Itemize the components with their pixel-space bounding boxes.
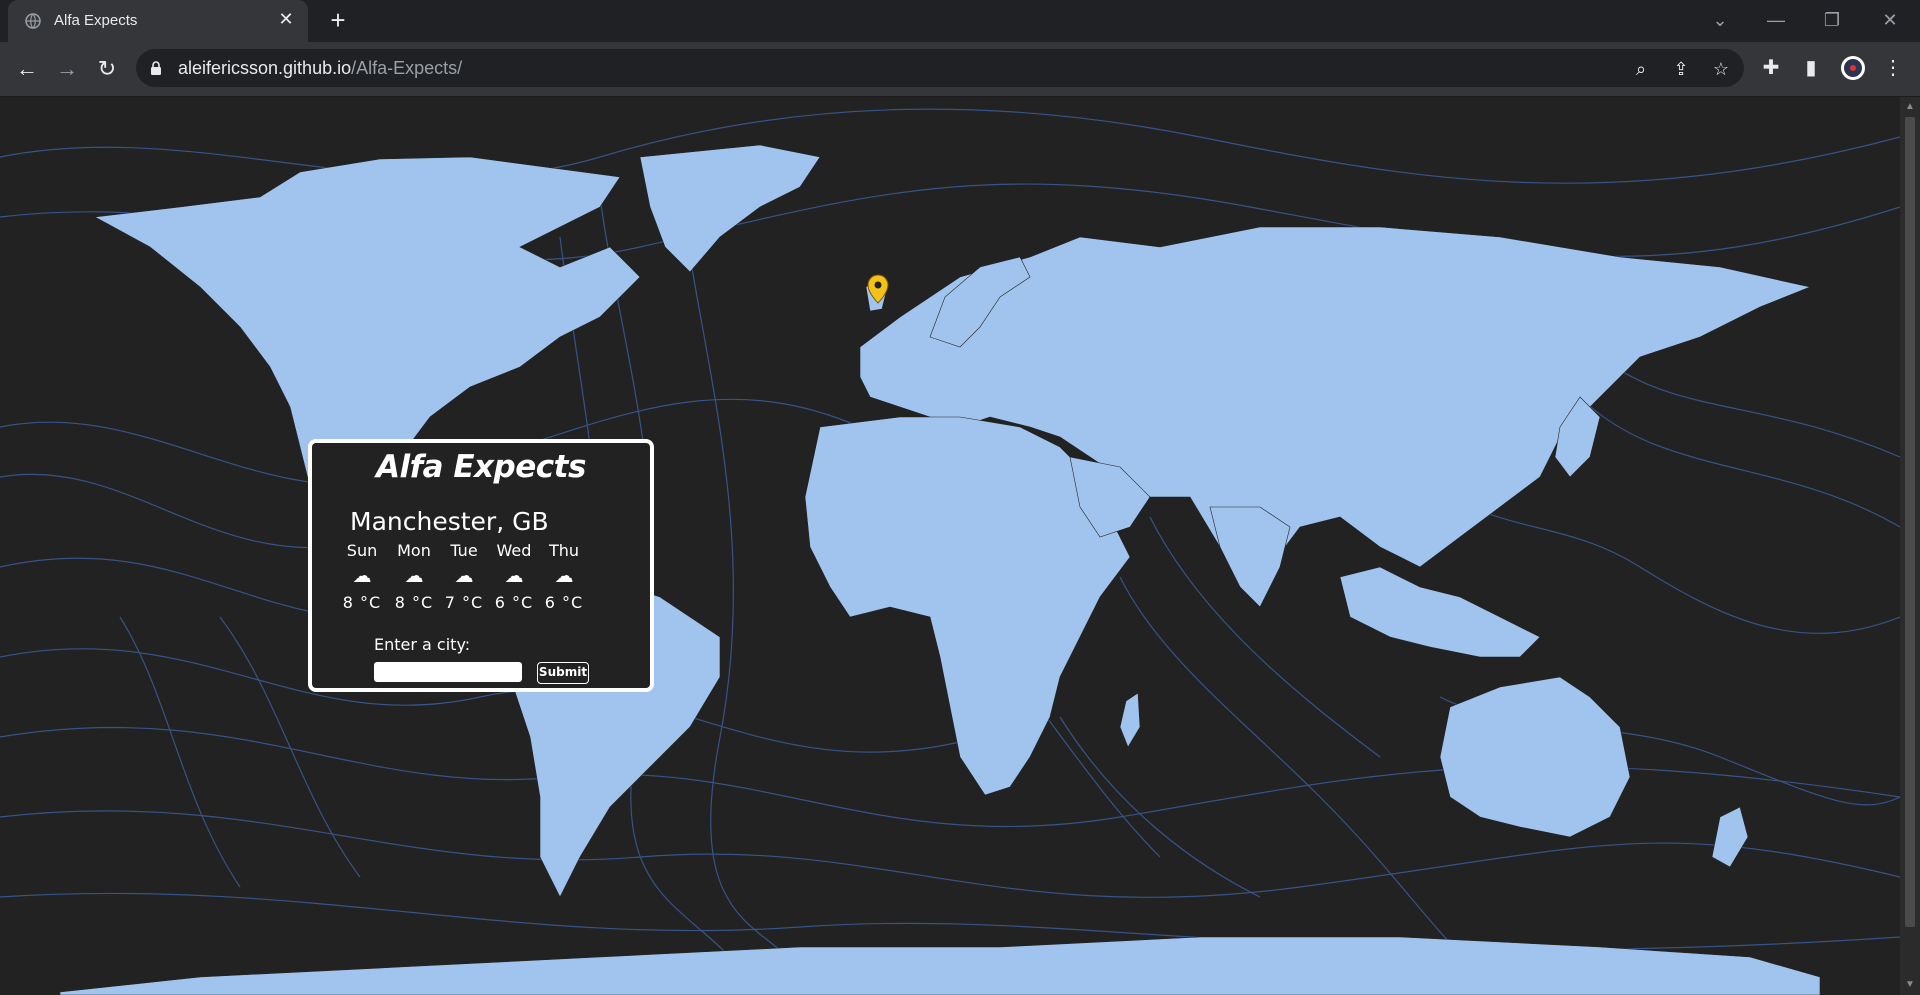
cloud-icon: ☁ — [504, 565, 524, 587]
location-name: Manchester, GB — [350, 507, 549, 536]
forecast-day: Thu ☁ 6 °C — [540, 541, 588, 612]
forecast-day: Wed ☁ 6 °C — [490, 541, 538, 612]
side-panel-icon[interactable]: ▮ — [1798, 55, 1824, 81]
cloud-icon: ☁ — [554, 565, 574, 587]
browser-toolbar: ← → ↻ aleifericsson.github.io/Alfa-Expec… — [0, 42, 1920, 97]
tab-title: Alfa Expects — [54, 12, 138, 29]
cloud-icon: ☁ — [454, 565, 474, 587]
forecast-day: Mon ☁ 8 °C — [390, 541, 438, 612]
extensions-icon[interactable]: ✚ — [1758, 55, 1784, 81]
address-bar[interactable]: aleifericsson.github.io/Alfa-Expects/ ⌕ … — [136, 49, 1744, 87]
world-map[interactable] — [0, 97, 1900, 995]
reload-icon[interactable]: ↻ — [92, 54, 122, 84]
forecast-temp: 6 °C — [494, 593, 534, 612]
scroll-down-icon[interactable]: ▼ — [1904, 979, 1916, 991]
weather-panel: Alfa Expects Manchester, GB Sun ☁ 8 °C M… — [308, 439, 654, 692]
zoom-icon[interactable]: ⌕ — [1630, 58, 1652, 80]
close-window-icon[interactable]: ✕ — [1870, 0, 1910, 42]
submit-button[interactable]: Submit — [537, 662, 589, 684]
city-input[interactable] — [374, 662, 522, 682]
url-text: aleifericsson.github.io/Alfa-Expects/ — [178, 58, 463, 78]
cloud-icon: ☁ — [404, 565, 424, 587]
tab-close-icon[interactable]: ✕ — [276, 9, 296, 29]
forecast-temp: 7 °C — [444, 593, 484, 612]
scrollbar-thumb[interactable] — [1905, 117, 1915, 927]
forecast-day-name: Wed — [496, 541, 532, 560]
bookmark-star-icon[interactable]: ☆ — [1710, 58, 1732, 80]
share-icon[interactable]: ⇪ — [1670, 58, 1692, 80]
forecast-day: Tue ☁ 7 °C — [440, 541, 488, 612]
profile-avatar[interactable] — [1840, 55, 1866, 81]
forecast-temp: 6 °C — [544, 593, 584, 612]
new-tab-button[interactable]: + — [324, 6, 352, 34]
back-icon[interactable]: ← — [12, 54, 42, 84]
city-prompt-label: Enter a city: — [374, 635, 471, 654]
app-title: Alfa Expects — [376, 449, 586, 485]
forecast-day-name: Tue — [450, 541, 478, 560]
page-scrollbar[interactable]: ▲ ▼ — [1900, 97, 1920, 995]
cloud-icon: ☁ — [352, 565, 372, 587]
menu-icon[interactable]: ⋮ — [1880, 55, 1906, 81]
forecast-day: Sun ☁ 8 °C — [338, 541, 386, 612]
minimize-icon[interactable]: — — [1756, 0, 1796, 42]
forecast-temp: 8 °C — [342, 593, 382, 612]
scroll-up-icon[interactable]: ▲ — [1904, 101, 1916, 113]
tab-strip: Alfa Expects ✕ + ⌄ — ❐ ✕ — [0, 0, 1920, 42]
forecast-day-name: Mon — [397, 541, 431, 560]
restore-icon[interactable]: ❐ — [1812, 0, 1852, 42]
forecast-day-name: Thu — [548, 541, 580, 560]
tab-search-icon[interactable]: ⌄ — [1700, 0, 1740, 42]
globe-icon — [25, 13, 41, 29]
forward-icon[interactable]: → — [52, 54, 82, 84]
map-viewport[interactable]: Alfa Expects Manchester, GB Sun ☁ 8 °C M… — [0, 97, 1900, 995]
forecast-temp: 8 °C — [394, 593, 434, 612]
lock-icon — [151, 61, 161, 75]
browser-tab[interactable]: Alfa Expects ✕ — [8, 0, 308, 42]
forecast-day-name: Sun — [346, 541, 378, 560]
